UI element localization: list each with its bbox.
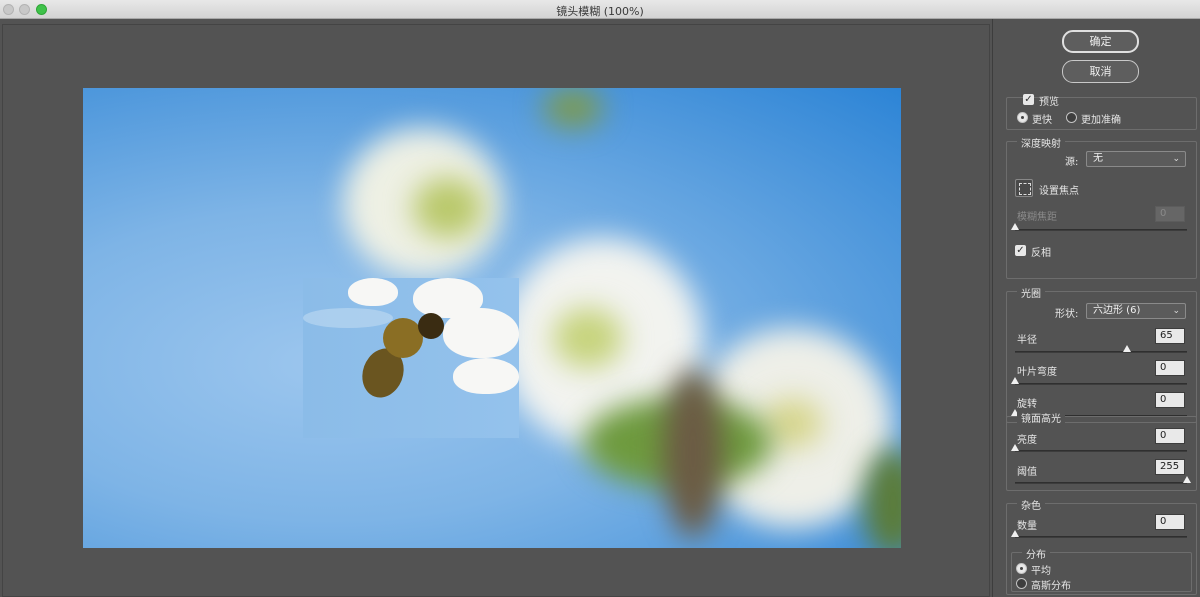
shape-select[interactable]: 六边形 (6) ⌄ bbox=[1086, 303, 1186, 319]
radius-slider-track[interactable] bbox=[1015, 351, 1187, 353]
bee-head bbox=[418, 313, 444, 339]
rotation-label: 旋转 bbox=[1017, 399, 1037, 410]
sharp-region bbox=[303, 278, 519, 438]
source-select[interactable]: 无 ⌄ bbox=[1086, 151, 1186, 167]
amount-label: 数量 bbox=[1017, 521, 1037, 532]
window-title: 镜头模糊 (100%) bbox=[556, 5, 644, 18]
noise-group: 杂色 数量 0 分布 平均 高斯分布 bbox=[1006, 497, 1197, 595]
specular-group: 镜面高光 亮度 0 阈值 255 bbox=[1006, 410, 1197, 491]
settings-panel: 确定 取消 ✓ 预览 更快 更加准确 深度映射 源: 无 ⌄ 设置焦点 模糊焦距… bbox=[992, 19, 1200, 597]
blade-curvature-slider-thumb[interactable] bbox=[1011, 377, 1019, 384]
amount-slider-track[interactable] bbox=[1015, 536, 1187, 538]
bee-wing bbox=[303, 308, 393, 328]
source-value: 无 bbox=[1093, 153, 1103, 164]
rotation-field[interactable]: 0 bbox=[1155, 392, 1185, 408]
threshold-label: 阈值 bbox=[1017, 467, 1037, 478]
distribution-group: 分布 平均 高斯分布 bbox=[1011, 546, 1192, 592]
shape-label: 形状: bbox=[1055, 309, 1079, 320]
radius-field[interactable]: 65 bbox=[1155, 328, 1185, 344]
chevron-down-icon: ⌄ bbox=[1172, 154, 1180, 164]
blurred-flower-center bbox=[413, 178, 483, 238]
invert-label: 反相 bbox=[1031, 248, 1051, 259]
source-label: 源: bbox=[1065, 157, 1079, 168]
radius-slider-thumb[interactable] bbox=[1122, 345, 1131, 352]
amount-field[interactable]: 0 bbox=[1155, 514, 1185, 530]
cancel-button[interactable]: 取消 bbox=[1062, 60, 1139, 83]
set-focus-label[interactable]: 设置焦点 bbox=[1039, 182, 1079, 197]
brightness-label: 亮度 bbox=[1017, 435, 1037, 446]
depth-map-group: 深度映射 源: 无 ⌄ 设置焦点 模糊焦距 0 ✓ 反相 bbox=[1006, 135, 1197, 279]
gaussian-radio[interactable] bbox=[1016, 578, 1027, 589]
blur-focal-label: 模糊焦距 bbox=[1017, 212, 1057, 223]
noise-title: 杂色 bbox=[1017, 497, 1045, 512]
blade-curvature-field[interactable]: 0 bbox=[1155, 360, 1185, 376]
preview-checkbox[interactable]: ✓ bbox=[1023, 94, 1034, 105]
invert-checkbox[interactable]: ✓ bbox=[1015, 245, 1026, 256]
blade-curvature-slider-track[interactable] bbox=[1015, 383, 1187, 385]
radius-label: 半径 bbox=[1017, 335, 1037, 346]
faster-radio[interactable] bbox=[1017, 112, 1028, 123]
gaussian-label: 高斯分布 bbox=[1031, 581, 1071, 592]
threshold-field[interactable]: 255 bbox=[1155, 459, 1185, 475]
uniform-radio[interactable] bbox=[1016, 563, 1027, 574]
uniform-label: 平均 bbox=[1031, 566, 1051, 577]
blurred-leaf bbox=[543, 88, 603, 128]
specular-title: 镜面高光 bbox=[1017, 410, 1065, 425]
brightness-field[interactable]: 0 bbox=[1155, 428, 1185, 444]
threshold-slider-thumb[interactable] bbox=[1183, 476, 1191, 483]
title-bar: 镜头模糊 (100%) bbox=[0, 0, 1200, 19]
petal bbox=[453, 358, 519, 394]
preview-group: ✓ 预览 更快 更加准确 bbox=[1006, 94, 1197, 130]
petal bbox=[443, 308, 519, 358]
blur-focal-slider-thumb[interactable] bbox=[1011, 223, 1019, 230]
preview-image[interactable] bbox=[83, 88, 901, 548]
brightness-slider-thumb[interactable] bbox=[1011, 444, 1019, 451]
more-accurate-label: 更加准确 bbox=[1081, 115, 1121, 126]
amount-slider-thumb[interactable] bbox=[1011, 530, 1019, 537]
iris-title: 光圈 bbox=[1017, 285, 1045, 300]
iris-group: 光圈 形状: 六边形 (6) ⌄ 半径 65 叶片弯度 0 旋转 0 bbox=[1006, 285, 1197, 423]
more-accurate-radio[interactable] bbox=[1066, 112, 1077, 123]
brightness-slider-track[interactable] bbox=[1015, 450, 1187, 452]
blurred-branch bbox=[663, 368, 723, 538]
chevron-down-icon: ⌄ bbox=[1172, 306, 1180, 316]
blade-curvature-label: 叶片弯度 bbox=[1017, 367, 1057, 378]
ok-button[interactable]: 确定 bbox=[1062, 30, 1139, 53]
distribution-title: 分布 bbox=[1022, 546, 1050, 561]
faster-label: 更快 bbox=[1032, 115, 1052, 126]
petal bbox=[348, 278, 398, 306]
depth-map-title: 深度映射 bbox=[1017, 135, 1065, 150]
preview-label: 预览 bbox=[1039, 97, 1059, 108]
threshold-slider-track[interactable] bbox=[1015, 482, 1187, 484]
blurred-flower-center bbox=[553, 308, 623, 368]
bee-thorax bbox=[383, 318, 423, 358]
blur-focal-field[interactable]: 0 bbox=[1155, 206, 1185, 222]
set-focus-icon[interactable] bbox=[1015, 179, 1033, 197]
shape-value: 六边形 (6) bbox=[1093, 305, 1141, 316]
blur-focal-slider-track[interactable] bbox=[1015, 229, 1187, 231]
